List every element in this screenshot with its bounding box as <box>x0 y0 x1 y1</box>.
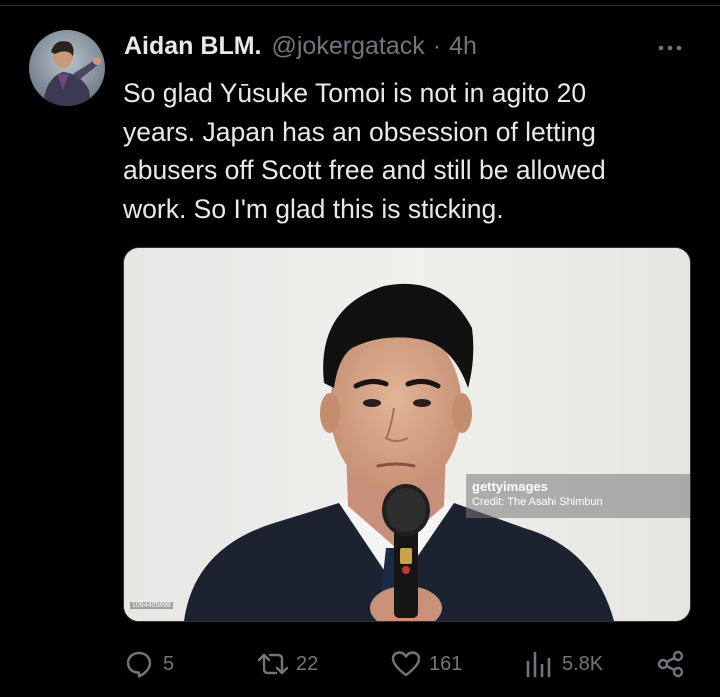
watermark-credit: Credit: The Asahi Shimbun <box>472 496 603 508</box>
share-button[interactable] <box>656 648 686 680</box>
tweet-text-line: work. So I'm glad this is sticking. <box>123 193 504 224</box>
separator-dot: · <box>432 32 442 60</box>
share-icon <box>656 649 686 679</box>
watermark-brand: gettyimages <box>472 479 548 494</box>
views-count: 5.8K <box>562 652 604 675</box>
tweet-actions-bar: 5 22 161 5.8K <box>0 648 720 680</box>
photo-id: 1094405898 <box>130 602 173 609</box>
views-button[interactable]: 5.8K <box>523 648 603 680</box>
user-handle[interactable]: @jokergatack <box>272 32 425 61</box>
retweet-button[interactable]: 22 <box>256 648 318 680</box>
views-icon <box>523 649 553 679</box>
heart-icon <box>390 649 422 679</box>
more-options-button[interactable] <box>652 36 688 58</box>
tweet-header: Aidan BLM. @jokergatack · 4h <box>124 32 477 62</box>
top-divider <box>0 5 720 6</box>
display-name[interactable]: Aidan BLM. <box>124 32 262 61</box>
timestamp[interactable]: 4h <box>449 32 477 61</box>
reply-button[interactable]: 5 <box>124 648 174 680</box>
tweet-media-photo[interactable]: gettyimages Credit: The Asahi Shimbun 10… <box>123 247 691 622</box>
like-count: 161 <box>429 652 463 675</box>
more-horizontal-icon <box>658 38 682 56</box>
avatar[interactable] <box>29 30 105 106</box>
tweet-text-line: So glad Yūsuke Tomoi is not in agito 20 <box>123 78 587 108</box>
like-button[interactable]: 161 <box>390 648 462 680</box>
retweet-icon <box>256 649 290 679</box>
press-conference-photo <box>124 248 690 621</box>
reply-count: 5 <box>163 652 175 675</box>
reply-icon <box>124 649 154 679</box>
tweet-text-line: years. Japan has an obsession of letting <box>123 116 596 147</box>
retweet-count: 22 <box>296 652 319 675</box>
tweet-text-line: abusers off Scott free and still be allo… <box>123 155 606 185</box>
tweet-text: So glad Yūsuke Tomoi is not in agito 20 … <box>123 74 703 228</box>
getty-watermark: gettyimages Credit: The Asahi Shimbun <box>466 474 690 518</box>
